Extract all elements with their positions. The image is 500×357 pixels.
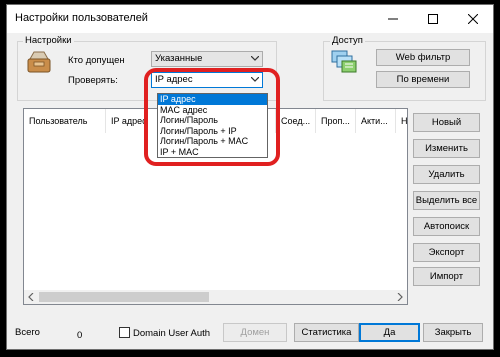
column-n[interactable]: Н <box>396 109 407 133</box>
column-active[interactable]: Акти... <box>356 109 396 133</box>
column-pass[interactable]: Проп... <box>316 109 356 133</box>
chevron-down-icon <box>251 56 259 61</box>
close-button[interactable]: Закрыть <box>423 323 483 342</box>
delete-button[interactable]: Удалить <box>413 165 480 184</box>
close-window-button[interactable] <box>453 5 493 33</box>
statistics-button[interactable]: Статистика <box>294 323 359 342</box>
minimize-button[interactable] <box>373 5 413 33</box>
settings-dialog: Настройки пользователей Настройки Кто до… <box>6 4 494 350</box>
domain-button[interactable]: Домен <box>223 323 287 342</box>
total-label: Всего <box>15 327 40 338</box>
horizontal-scrollbar[interactable] <box>24 290 407 304</box>
autosearch-button[interactable]: Автопоиск <box>413 217 480 236</box>
dropdown-option[interactable]: MAC адрес <box>158 105 267 116</box>
web-filter-button[interactable]: Web фильтр <box>376 49 470 66</box>
dropdown-option[interactable]: Логин/Пароль <box>158 115 267 126</box>
close-icon <box>468 14 478 24</box>
dropdown-option[interactable]: IP адрес <box>158 94 267 105</box>
network-computers-icon <box>331 50 357 73</box>
column-user[interactable]: Пользователь <box>24 109 106 133</box>
edit-button[interactable]: Изменить <box>413 139 480 158</box>
domain-user-auth-checkbox[interactable] <box>119 327 130 338</box>
select-all-button[interactable]: Выделить все <box>413 191 480 210</box>
import-button[interactable]: Импорт <box>413 267 480 286</box>
total-count: 0 <box>77 330 83 341</box>
export-button[interactable]: Экспорт <box>413 243 480 262</box>
settings-group <box>17 41 277 101</box>
scroll-right-icon[interactable] <box>396 293 404 301</box>
domain-user-auth-label: Domain User Auth <box>133 328 211 339</box>
ok-button[interactable]: Да <box>359 323 420 342</box>
scrollbar-thumb[interactable] <box>39 292 209 302</box>
title-bar[interactable]: Настройки пользователей <box>7 5 493 33</box>
window-title: Настройки пользователей <box>15 12 148 24</box>
minimize-icon <box>388 18 398 20</box>
who-allowed-label: Кто допущен <box>68 55 125 66</box>
check-by-select[interactable]: IP адрес <box>151 72 263 88</box>
by-time-button[interactable]: По времени <box>376 71 470 88</box>
who-allowed-select[interactable]: Указанные <box>151 51 263 67</box>
check-by-dropdown-list[interactable]: IP адрес MAC адрес Логин/Пароль Логин/Па… <box>157 93 268 158</box>
chevron-down-icon <box>251 77 259 82</box>
maximize-icon <box>428 14 438 24</box>
check-by-label: Проверять: <box>68 75 118 86</box>
dropdown-option[interactable]: Логин/Пароль + IP <box>158 126 267 137</box>
dropdown-option[interactable]: IP + MAC <box>158 147 267 158</box>
new-button[interactable]: Новый <box>413 113 480 132</box>
settings-group-label: Настройки <box>23 35 74 46</box>
column-conn[interactable]: Соед... <box>276 109 316 133</box>
scroll-left-icon[interactable] <box>27 293 35 301</box>
inbox-tray-icon <box>27 51 51 73</box>
maximize-button[interactable] <box>413 5 453 33</box>
dropdown-option[interactable]: Логин/Пароль + MAC <box>158 136 267 147</box>
access-group-label: Доступ <box>330 35 365 46</box>
